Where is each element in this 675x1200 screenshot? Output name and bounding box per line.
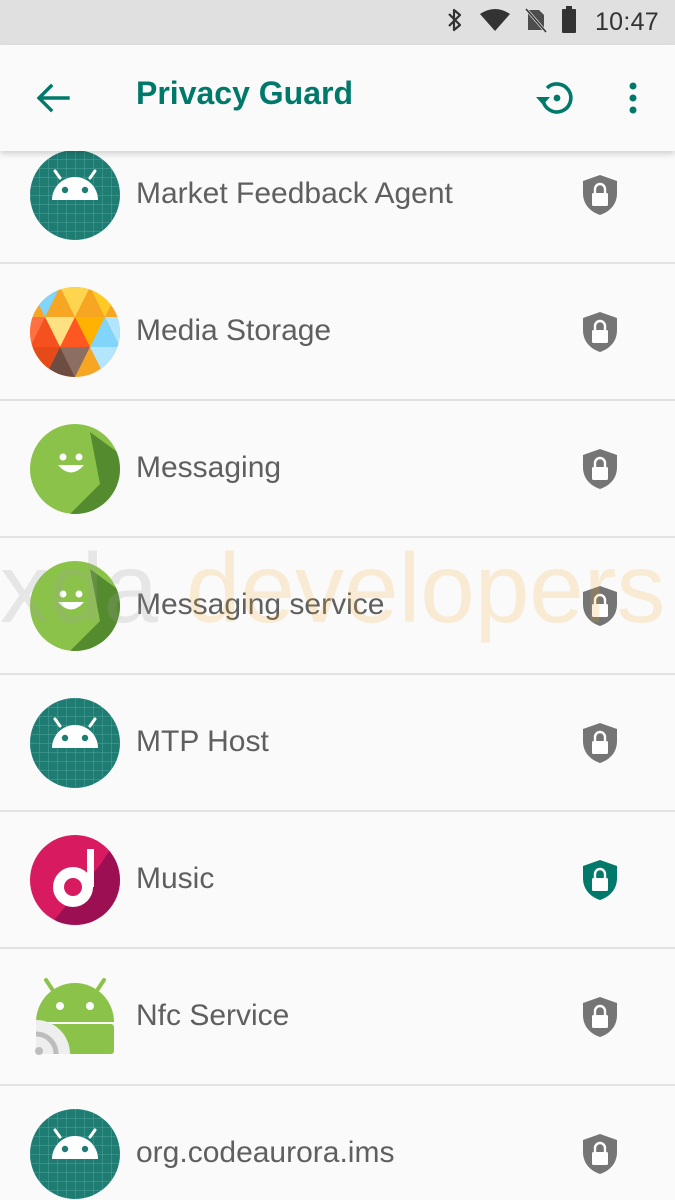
app-name: Messaging [136, 451, 282, 484]
app-row-messaging-service[interactable]: Messaging service [0, 538, 675, 675]
status-bar: 10:47 [0, 0, 675, 45]
reset-button[interactable] [527, 71, 581, 125]
android-generic-icon [30, 1109, 120, 1199]
android-generic-icon [30, 698, 120, 788]
bluetooth-icon [445, 7, 465, 38]
shield-on-icon[interactable] [580, 859, 620, 901]
app-bar: Privacy Guard [0, 45, 675, 151]
wifi-icon [479, 8, 511, 37]
app-name: Media Storage [136, 314, 332, 347]
restore-icon [536, 82, 573, 114]
back-button[interactable] [26, 71, 80, 125]
app-name: Music [136, 862, 215, 895]
music-icon [30, 835, 120, 925]
shield-off-icon[interactable] [580, 996, 620, 1038]
app-name: Market Feedback Agent [136, 177, 453, 210]
app-row-messaging[interactable]: Messaging [0, 401, 675, 538]
battery-icon [561, 6, 577, 39]
more-vert-icon [629, 82, 637, 114]
app-row-org-codeaurora-ims[interactable]: org.codeaurora.ims [0, 1086, 675, 1200]
status-icons: 10:47 [445, 0, 659, 45]
app-row-music[interactable]: Music [0, 812, 675, 949]
shield-off-icon[interactable] [580, 1133, 620, 1175]
status-time: 10:47 [594, 8, 659, 36]
shield-off-icon[interactable] [580, 311, 620, 353]
app-name: org.codeaurora.ims [136, 1136, 395, 1169]
media-storage-icon [30, 287, 120, 377]
app-list: Market Feedback Agent Media Storage Mess… [0, 127, 675, 1200]
nfc-service-icon [30, 972, 120, 1062]
shield-off-icon[interactable] [580, 174, 620, 216]
app-name: Messaging service [136, 588, 385, 621]
android-generic-icon [30, 150, 120, 240]
more-options-button[interactable] [607, 71, 659, 125]
app-name: Nfc Service [136, 999, 290, 1032]
shield-off-icon[interactable] [580, 448, 620, 490]
shield-off-icon[interactable] [580, 585, 620, 627]
arrow-back-icon [36, 83, 70, 113]
shield-off-icon[interactable] [580, 722, 620, 764]
app-row-nfc-service[interactable]: Nfc Service [0, 949, 675, 1086]
app-row-mtp-host[interactable]: MTP Host [0, 675, 675, 812]
app-row-media-storage[interactable]: Media Storage [0, 264, 675, 401]
app-name: MTP Host [136, 725, 269, 758]
page-title: Privacy Guard [136, 75, 353, 111]
messaging-icon [30, 561, 120, 651]
messaging-icon [30, 424, 120, 514]
no-sim-icon [524, 7, 548, 38]
